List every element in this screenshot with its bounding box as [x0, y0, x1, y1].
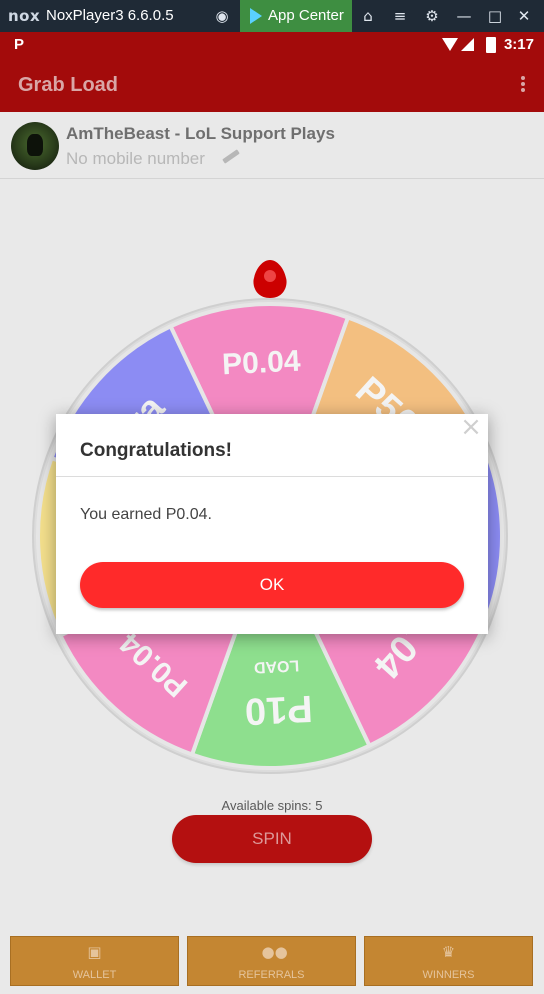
wheel-segment-label: P10: [244, 687, 314, 732]
dialog-message: You earned P0.04.: [80, 506, 212, 523]
nav-winners[interactable]: ♛ WINNERS: [364, 936, 533, 986]
dialog-title: Congratulations!: [80, 440, 232, 461]
app-notification-icon: P: [14, 36, 25, 53]
play-store-icon: [250, 8, 262, 24]
congratulations-dialog: × Congratulations! You earned P0.04. OK: [56, 414, 488, 634]
nav-wallet[interactable]: ▣ WALLET: [10, 936, 179, 986]
nox-logo: nox: [8, 7, 41, 25]
wheel-segment-sublabel: LOAD: [253, 656, 299, 675]
gear-icon[interactable]: ⚙: [422, 6, 442, 26]
emulator-title-bar: nox NoxPlayer3 6.6.0.5 ◉ App Center ⌂ ≡ …: [0, 0, 544, 32]
signal-icon: [461, 38, 474, 51]
status-time: 3:17: [503, 36, 534, 53]
spin-button[interactable]: SPIN: [172, 815, 372, 863]
menu-icon[interactable]: ≡: [390, 6, 410, 26]
dialog-divider: [56, 476, 488, 477]
people-icon: ●●: [261, 943, 288, 961]
close-window-icon[interactable]: ✕: [514, 6, 534, 26]
nav-winners-label: WINNERS: [422, 969, 475, 981]
maximize-icon[interactable]: □: [485, 6, 505, 26]
app-center-button[interactable]: App Center: [240, 0, 352, 32]
record-icon[interactable]: ◉: [212, 6, 232, 26]
battery-icon: [486, 37, 496, 53]
wheel-segment-label: P0.04: [221, 345, 301, 382]
available-spins: Available spins: 5: [221, 798, 323, 813]
close-icon[interactable]: ×: [460, 414, 482, 440]
minimize-icon[interactable]: —: [454, 6, 474, 26]
ok-button[interactable]: OK: [80, 562, 464, 608]
trophy-icon: ♛: [441, 943, 456, 961]
wallet-icon: ▣: [87, 943, 102, 961]
emulator-title: NoxPlayer3 6.6.0.5: [46, 7, 174, 24]
home-outline-icon[interactable]: ⌂: [358, 6, 378, 26]
nav-referrals[interactable]: ●● REFERRALS: [187, 936, 356, 986]
nav-wallet-label: WALLET: [72, 969, 117, 981]
wheel-pointer-icon: [253, 260, 287, 298]
wifi-icon: [442, 38, 458, 51]
nav-referrals-label: REFERRALS: [238, 969, 305, 981]
app-center-label: App Center: [268, 7, 344, 24]
overflow-menu-icon[interactable]: [520, 74, 526, 96]
android-status-bar: P 3:17: [0, 32, 544, 58]
app-toolbar: Grab Load: [0, 58, 544, 112]
app-title: Grab Load: [18, 74, 119, 96]
